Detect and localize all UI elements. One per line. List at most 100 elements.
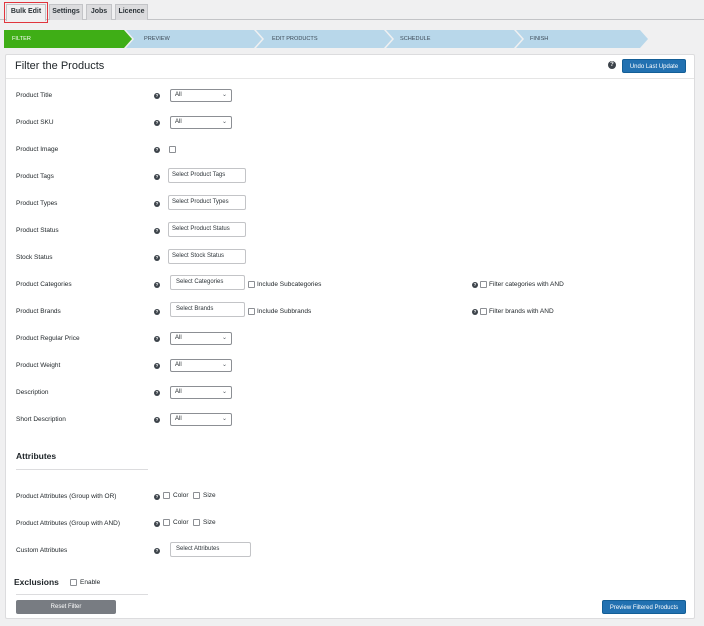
- tab-bulk-edit[interactable]: Bulk Edit: [4, 2, 48, 23]
- product-tags-input[interactable]: Select Product Tags: [168, 168, 246, 183]
- help-icon[interactable]: ?: [154, 120, 160, 126]
- product-status-label: Product Status: [16, 227, 59, 234]
- step-edit-products: EDIT PRODUCTS: [256, 30, 392, 48]
- help-icon[interactable]: ?: [472, 282, 478, 288]
- attr-and-size-checkbox[interactable]: [193, 519, 200, 526]
- attr-or-color-checkbox[interactable]: [163, 492, 170, 499]
- include-subbrands-label: Include Subbrands: [257, 308, 312, 315]
- attr-and-size-label: Size: [203, 519, 216, 526]
- weight-label: Product Weight: [16, 362, 61, 369]
- help-icon[interactable]: ?: [154, 494, 160, 500]
- custom-attributes-input[interactable]: Select Attributes: [170, 542, 251, 557]
- help-icon[interactable]: ?: [154, 417, 160, 423]
- product-types-label: Product Types: [16, 200, 58, 207]
- product-title-label: Product Title: [16, 92, 53, 99]
- chevron-down-icon: ⌄: [221, 335, 227, 341]
- help-icon[interactable]: ?: [154, 93, 160, 99]
- tab-jobs[interactable]: Jobs: [86, 4, 112, 20]
- step-schedule: SCHEDULE: [386, 30, 522, 48]
- product-image-checkbox[interactable]: [169, 146, 176, 153]
- regular-price-value: All: [175, 335, 182, 341]
- short-description-select[interactable]: All ⌄: [170, 413, 232, 426]
- panel-title: Filter the Products: [15, 60, 105, 72]
- attr-and-color-checkbox[interactable]: [163, 519, 170, 526]
- attributes-heading: Attributes: [16, 451, 57, 461]
- reset-filter-button[interactable]: Reset Filter: [16, 600, 116, 614]
- tab-settings[interactable]: Settings: [49, 4, 83, 20]
- exclusions-enable-label: Enable: [80, 579, 101, 586]
- product-brands-label: Product Brands: [16, 308, 61, 315]
- product-brands-input[interactable]: Select Brands: [170, 302, 245, 317]
- step-finish: FINISH: [516, 30, 648, 48]
- product-categories-input[interactable]: Select Categories: [170, 275, 245, 290]
- help-icon[interactable]: ?: [154, 147, 160, 153]
- description-value: All: [175, 389, 182, 395]
- attr-or-color-label: Color: [173, 492, 189, 499]
- help-icon[interactable]: ?: [154, 174, 160, 180]
- short-description-value: All: [175, 416, 182, 422]
- product-categories-label: Product Categories: [16, 281, 72, 288]
- help-icon[interactable]: ?: [154, 390, 160, 396]
- chevron-down-icon: ⌄: [221, 389, 227, 395]
- help-icon[interactable]: ?: [154, 255, 160, 261]
- help-icon[interactable]: ?: [154, 336, 160, 342]
- help-icon[interactable]: ?: [154, 548, 160, 554]
- stock-status-label: Stock Status: [16, 254, 53, 261]
- exclusions-heading: Exclusions: [14, 577, 59, 587]
- chevron-down-icon: ⌄: [221, 416, 227, 422]
- product-tags-label: Product Tags: [16, 173, 54, 180]
- product-title-value: All: [175, 92, 182, 98]
- undo-last-update-button[interactable]: Undo Last Update: [622, 59, 686, 73]
- product-types-input[interactable]: Select Product Types: [168, 195, 246, 210]
- include-subcategories-label: Include Subcategories: [257, 281, 322, 288]
- preview-filtered-products-button[interactable]: Preview Filtered Products: [602, 600, 686, 614]
- description-select[interactable]: All ⌄: [170, 386, 232, 399]
- weight-select[interactable]: All ⌄: [170, 359, 232, 372]
- filter-categories-and-label: Filter categories with AND: [489, 281, 564, 288]
- attr-and-color-label: Color: [173, 519, 189, 526]
- help-icon[interactable]: ?: [154, 309, 160, 315]
- filter-panel: Filter the Products ? Undo Last Update P…: [5, 54, 695, 619]
- product-status-input[interactable]: Select Product Status: [168, 222, 246, 237]
- help-icon[interactable]: ?: [154, 201, 160, 207]
- custom-attributes-label: Custom Attributes: [16, 547, 68, 554]
- chevron-down-icon: ⌄: [221, 362, 227, 368]
- product-sku-label: Product SKU: [16, 119, 54, 126]
- attr-or-size-checkbox[interactable]: [193, 492, 200, 499]
- chevron-down-icon: ⌄: [221, 119, 227, 125]
- include-subcategories-checkbox[interactable]: [248, 281, 255, 288]
- weight-value: All: [175, 362, 182, 368]
- step-progress: FILTER PREVIEW EDIT PRODUCTS SCHEDULE FI…: [4, 30, 654, 48]
- attr-or-size-label: Size: [203, 492, 216, 499]
- tab-licence[interactable]: Licence: [115, 4, 148, 20]
- help-icon[interactable]: ?: [154, 282, 160, 288]
- regular-price-label: Product Regular Price: [16, 335, 80, 342]
- top-tab-bar: Bulk Edit Settings Jobs Licence: [0, 0, 704, 23]
- product-sku-value: All: [175, 119, 182, 125]
- attributes-divider: [16, 469, 148, 470]
- include-subbrands-checkbox[interactable]: [248, 308, 255, 315]
- filter-brands-and-label: Filter brands with AND: [489, 308, 554, 315]
- step-filter: FILTER: [4, 30, 132, 48]
- description-label: Description: [16, 389, 49, 396]
- help-icon[interactable]: ?: [154, 521, 160, 527]
- panel-header: Filter the Products ? Undo Last Update: [6, 55, 694, 79]
- help-icon[interactable]: ?: [472, 309, 478, 315]
- exclusions-enable-checkbox[interactable]: [70, 579, 77, 586]
- help-icon[interactable]: ?: [154, 363, 160, 369]
- chevron-down-icon: ⌄: [221, 92, 227, 98]
- product-image-label: Product Image: [16, 146, 59, 153]
- step-preview: PREVIEW: [126, 30, 262, 48]
- product-title-select[interactable]: All ⌄: [170, 89, 232, 102]
- attributes-or-label: Product Attributes (Group with OR): [16, 493, 117, 500]
- regular-price-select[interactable]: All ⌄: [170, 332, 232, 345]
- stock-status-input[interactable]: Select Stock Status: [168, 249, 246, 264]
- help-icon[interactable]: ?: [608, 61, 616, 69]
- filter-categories-and-checkbox[interactable]: [480, 281, 487, 288]
- product-sku-select[interactable]: All ⌄: [170, 116, 232, 129]
- filter-brands-and-checkbox[interactable]: [480, 308, 487, 315]
- attributes-and-label: Product Attributes (Group with AND): [16, 520, 121, 527]
- help-icon[interactable]: ?: [154, 228, 160, 234]
- short-description-label: Short Description: [16, 416, 66, 423]
- exclusions-divider: [16, 594, 148, 595]
